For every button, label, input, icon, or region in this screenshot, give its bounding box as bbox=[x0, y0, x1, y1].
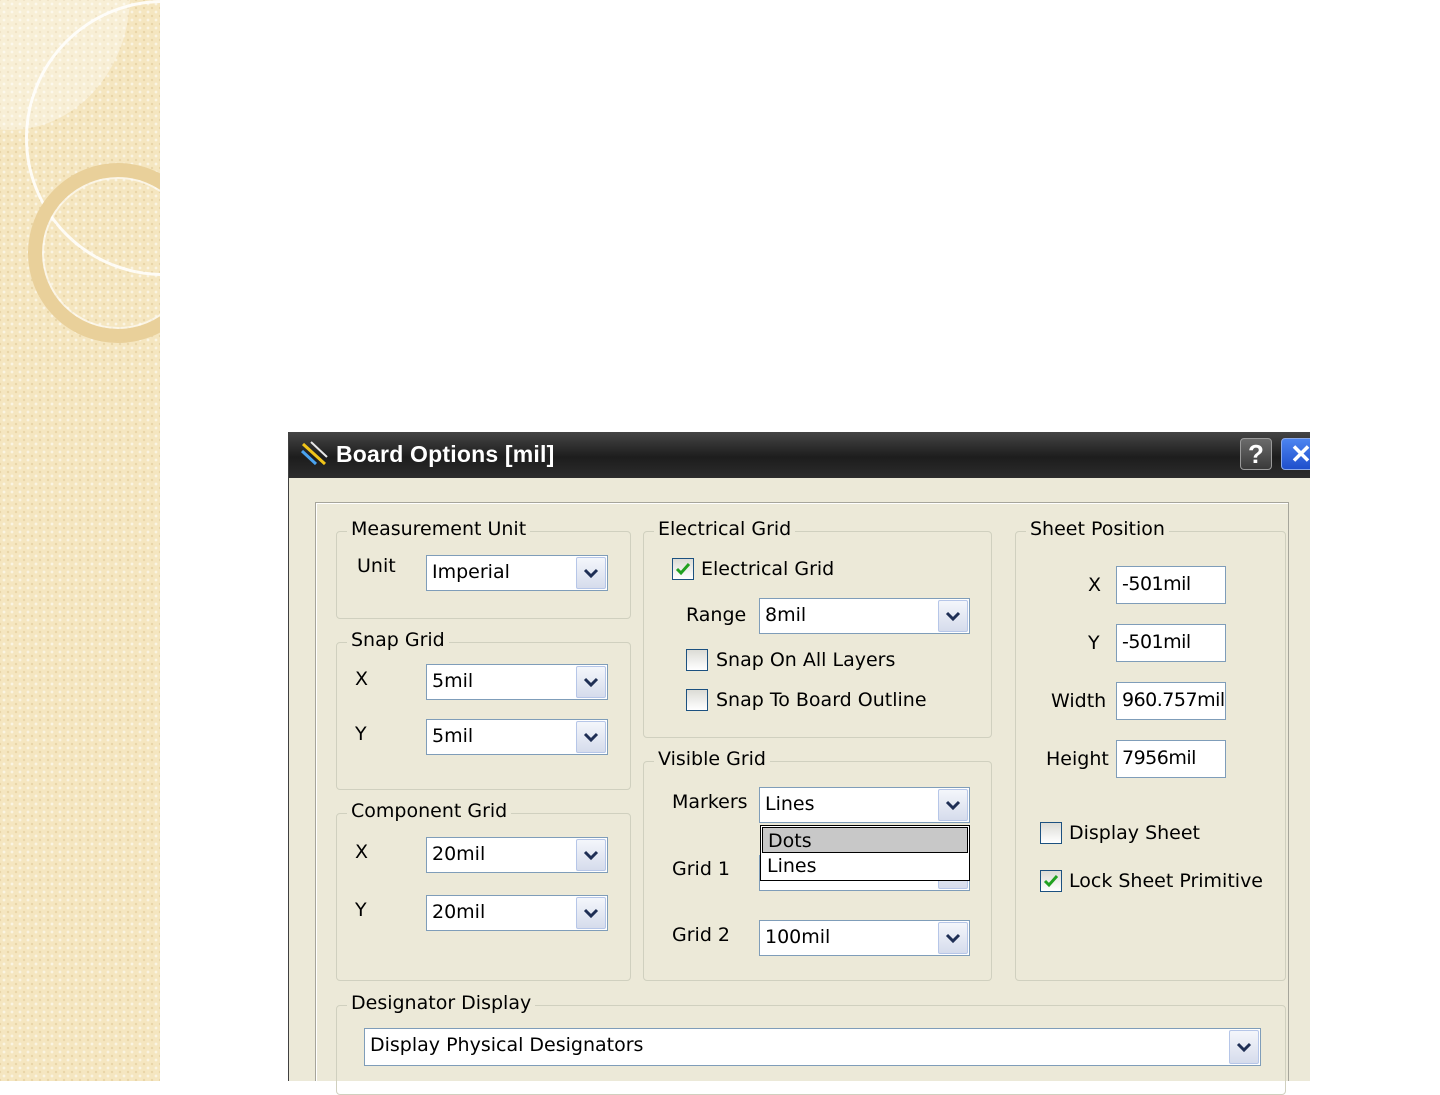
checkmark-icon bbox=[1043, 875, 1059, 888]
chevron-down-icon[interactable] bbox=[576, 666, 606, 698]
grid2-select-value: 100mil bbox=[765, 926, 831, 948]
sheet-height-field[interactable]: 7956mil bbox=[1116, 740, 1226, 778]
component-grid-legend: Component Grid bbox=[347, 800, 512, 822]
visible-grid-legend: Visible Grid bbox=[654, 748, 770, 770]
chevron-down-icon[interactable] bbox=[576, 721, 606, 753]
altium-app-icon bbox=[300, 441, 328, 466]
chevron-down-icon[interactable] bbox=[576, 839, 606, 871]
designator-display-value: Display Physical Designators bbox=[370, 1034, 644, 1056]
snap-grid-x-select[interactable]: 5mil bbox=[426, 664, 608, 700]
close-button[interactable]: ✕ bbox=[1281, 438, 1310, 470]
component-grid-y-value: 20mil bbox=[432, 901, 486, 923]
snap-all-layers-checkbox[interactable] bbox=[686, 649, 708, 671]
designator-display-legend: Designator Display bbox=[347, 992, 536, 1014]
chevron-down-icon[interactable] bbox=[938, 600, 968, 632]
component-grid-y-select[interactable]: 20mil bbox=[426, 895, 608, 931]
grid1-label: Grid 1 bbox=[672, 858, 731, 880]
range-select-value: 8mil bbox=[765, 604, 807, 626]
measurement-unit-legend: Measurement Unit bbox=[347, 518, 531, 540]
unit-label: Unit bbox=[357, 555, 396, 577]
markers-option-label: Lines bbox=[767, 855, 817, 877]
sheet-height-value: 7956mil bbox=[1122, 747, 1196, 769]
sheet-x-field[interactable]: -501mil bbox=[1116, 566, 1226, 604]
component-grid-y-label: Y bbox=[355, 899, 367, 921]
electrical-grid-checkbox[interactable] bbox=[672, 558, 694, 580]
markers-label: Markers bbox=[672, 791, 748, 813]
display-sheet-label[interactable]: Display Sheet bbox=[1069, 822, 1200, 844]
snap-grid-x-label: X bbox=[355, 668, 369, 690]
sheet-y-field[interactable]: -501mil bbox=[1116, 624, 1226, 662]
snap-board-outline-label[interactable]: Snap To Board Outline bbox=[716, 689, 927, 711]
sheet-height-label: Height bbox=[1046, 748, 1109, 770]
sheet-y-label: Y bbox=[1088, 632, 1100, 654]
chevron-down-icon[interactable] bbox=[1229, 1030, 1259, 1064]
snap-grid-x-value: 5mil bbox=[432, 670, 474, 692]
chevron-down-icon[interactable] bbox=[938, 922, 968, 954]
sheet-width-value: 960.757mil bbox=[1122, 689, 1225, 711]
sheet-x-label: X bbox=[1088, 574, 1102, 596]
unit-select-value: Imperial bbox=[432, 561, 510, 583]
markers-option-label: Dots bbox=[768, 830, 812, 852]
designator-display-select[interactable]: Display Physical Designators bbox=[364, 1028, 1261, 1066]
sheet-position-legend: Sheet Position bbox=[1026, 518, 1169, 540]
lock-sheet-primitive-checkbox[interactable] bbox=[1040, 870, 1062, 892]
sheet-x-value: -501mil bbox=[1122, 573, 1191, 595]
grid2-select[interactable]: 100mil bbox=[759, 920, 970, 956]
help-button[interactable]: ? bbox=[1240, 438, 1272, 470]
chevron-down-icon[interactable] bbox=[576, 557, 606, 589]
snap-grid-y-label: Y bbox=[355, 723, 367, 745]
markers-option-lines[interactable]: Lines bbox=[762, 853, 968, 879]
electrical-grid-checkbox-label[interactable]: Electrical Grid bbox=[701, 558, 834, 580]
markers-select[interactable]: Lines bbox=[759, 787, 970, 823]
chevron-down-icon[interactable] bbox=[576, 897, 606, 929]
component-grid-x-value: 20mil bbox=[432, 843, 486, 865]
checkmark-icon bbox=[675, 563, 691, 576]
snap-grid-y-value: 5mil bbox=[432, 725, 474, 747]
grid2-label: Grid 2 bbox=[672, 924, 731, 946]
markers-option-dots[interactable]: Dots bbox=[762, 827, 968, 853]
sheet-width-field[interactable]: 960.757mil bbox=[1116, 682, 1226, 720]
sheet-width-label: Width bbox=[1051, 690, 1107, 712]
slide-decoration-strip bbox=[0, 0, 160, 1081]
display-sheet-checkbox[interactable] bbox=[1040, 822, 1062, 844]
chevron-down-icon[interactable] bbox=[938, 789, 968, 821]
snap-grid-y-select[interactable]: 5mil bbox=[426, 719, 608, 755]
markers-dropdown-list: Dots Lines bbox=[760, 825, 970, 881]
range-select[interactable]: 8mil bbox=[759, 598, 970, 634]
electrical-grid-legend: Electrical Grid bbox=[654, 518, 796, 540]
component-grid-x-select[interactable]: 20mil bbox=[426, 837, 608, 873]
component-grid-x-label: X bbox=[355, 841, 369, 863]
snap-grid-legend: Snap Grid bbox=[347, 629, 449, 651]
title-bar[interactable]: Board Options [mil] ? ✕ bbox=[289, 432, 1310, 478]
range-label: Range bbox=[686, 604, 747, 626]
sheet-y-value: -501mil bbox=[1122, 631, 1191, 653]
snap-board-outline-checkbox[interactable] bbox=[686, 689, 708, 711]
dialog-title: Board Options [mil] bbox=[336, 441, 555, 467]
lock-sheet-primitive-label[interactable]: Lock Sheet Primitive bbox=[1069, 870, 1263, 892]
unit-select[interactable]: Imperial bbox=[426, 555, 608, 591]
markers-select-value: Lines bbox=[765, 793, 815, 815]
snap-all-layers-label[interactable]: Snap On All Layers bbox=[716, 649, 895, 671]
